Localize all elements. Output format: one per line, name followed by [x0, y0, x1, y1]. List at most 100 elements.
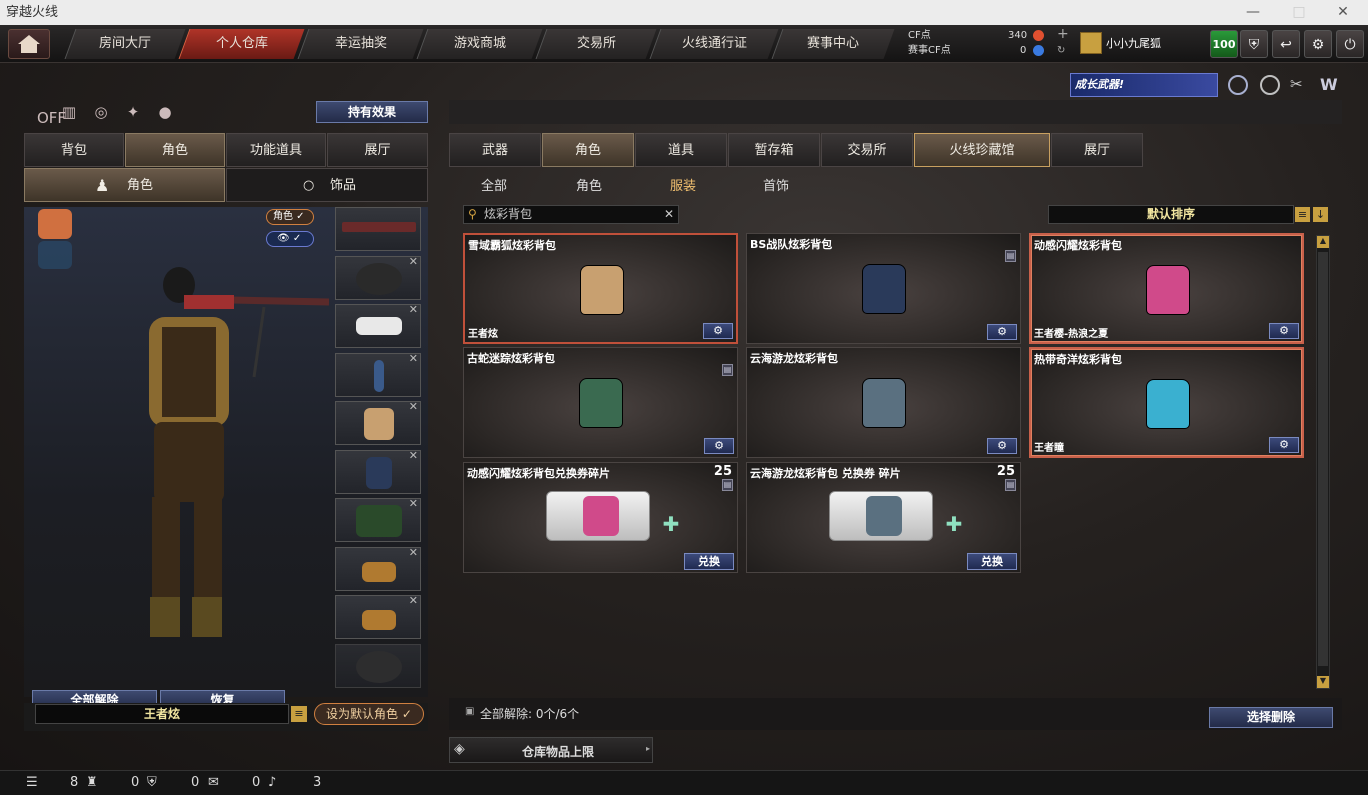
shield-button[interactable]: ⛨ — [1240, 30, 1268, 58]
nav-tab-warehouse[interactable]: 个人仓库 — [178, 29, 305, 59]
subtab-clothing[interactable]: 服装 — [670, 175, 696, 194]
globe-icon[interactable] — [1260, 75, 1280, 95]
voucher-card[interactable]: 云海游龙炫彩背包 兑换券 碎片 25 ▤ ✚ 兑换 — [746, 462, 1021, 573]
nav-tab-lucky-draw[interactable]: 幸运抽奖 — [297, 29, 424, 59]
tab-weapons[interactable]: 武器 — [449, 133, 541, 167]
visibility-toggle[interactable]: 👁 ✓ — [266, 231, 314, 247]
item-settings-button[interactable]: ⚙ — [987, 324, 1017, 340]
rank-icon[interactable] — [1228, 75, 1248, 95]
item-settings-button[interactable]: ⚙ — [704, 438, 734, 454]
speaker-icon[interactable]: ♪ — [268, 775, 276, 790]
power-button[interactable]: ⏻ — [1336, 30, 1364, 58]
subtab-all[interactable]: 全部 — [481, 175, 507, 194]
item-card[interactable]: 古蛇迷踪炫彩背包 ▤ ⚙ — [463, 347, 738, 458]
scroll-up-icon[interactable]: ▲ — [1317, 236, 1329, 248]
settings-button[interactable]: ⚙ — [1304, 30, 1332, 58]
tab-backpack[interactable]: 背包 — [24, 133, 124, 167]
slot-vest[interactable]: ✕ — [335, 449, 421, 494]
eagle-badge-icon[interactable] — [38, 209, 72, 239]
tab-character[interactable]: 角色 — [125, 133, 225, 167]
figure-icon[interactable]: ✦ — [122, 103, 144, 125]
tab-storage[interactable]: 暂存箱 — [728, 133, 820, 167]
slot-glove-left[interactable]: ✕ — [335, 546, 421, 591]
remove-icon[interactable]: ✕ — [409, 497, 418, 510]
slot-radio[interactable]: ✕ — [335, 352, 421, 397]
nav-tab-lobby[interactable]: 房间大厅 — [64, 29, 186, 59]
level-badge[interactable]: 100 — [1210, 30, 1238, 58]
item-settings-button[interactable]: ⚙ — [1269, 323, 1299, 339]
menu-list-icon[interactable]: ☰ — [26, 775, 38, 790]
tab-function-items[interactable]: 功能道具 — [226, 133, 326, 167]
off-toggle[interactable]: OFF — [26, 103, 66, 127]
item-settings-button[interactable]: ⚙ — [987, 438, 1017, 454]
slot-empty[interactable] — [335, 644, 421, 688]
remove-icon[interactable]: ✕ — [409, 400, 418, 413]
wrench-icon[interactable]: ✂ — [1290, 75, 1310, 95]
list-view-icon[interactable]: ≡ — [1295, 207, 1310, 222]
nav-tab-shop[interactable]: 游戏商城 — [416, 29, 543, 59]
subtab-roles[interactable]: 角色 — [576, 175, 602, 194]
nav-tab-exchange[interactable]: 交易所 — [535, 29, 657, 59]
tab-items[interactable]: 道具 — [635, 133, 727, 167]
tab-exhibit[interactable]: 展厅 — [1051, 133, 1143, 167]
bulk-delete-button[interactable]: 选择删除 — [1209, 707, 1333, 728]
sort-direction-icon[interactable]: ↓ — [1313, 207, 1328, 222]
nav-tab-events[interactable]: 赛事中心 — [771, 29, 895, 59]
close-window-button[interactable]: ✕ — [1320, 0, 1366, 25]
set-default-button[interactable]: 设为默认角色 ✓ — [314, 703, 424, 725]
item-settings-button[interactable]: ⚙ — [703, 323, 733, 339]
item-card[interactable]: 云海游龙炫彩背包 ⚙ — [746, 347, 1021, 458]
capacity-bar[interactable]: ◈ 仓库物品上限 ▸ — [449, 737, 653, 763]
search-input[interactable]: ⚲ 炫彩背包 ✕ — [463, 205, 679, 224]
friends-icon[interactable]: ♜ — [86, 775, 98, 790]
return-button[interactable]: ↩ — [1272, 30, 1300, 58]
minimize-button[interactable]: — — [1230, 0, 1276, 25]
remove-icon[interactable]: ✕ — [409, 352, 418, 365]
effect-button[interactable]: 持有效果 — [316, 101, 428, 123]
remove-icon[interactable]: ✕ — [409, 303, 418, 316]
add-cf-icon[interactable]: + — [1057, 27, 1069, 41]
w-logo-icon[interactable]: W — [1320, 75, 1342, 95]
trash-icon[interactable]: ▤ — [722, 364, 733, 376]
subtab-accessory[interactable]: ○ 饰品 — [226, 168, 428, 202]
trash-icon[interactable]: ▤ — [1005, 479, 1016, 491]
chat-icon[interactable]: ✉ — [208, 775, 219, 790]
slot-helmet[interactable]: ✕ — [335, 255, 421, 300]
slot-glove-right[interactable]: ✕ — [335, 594, 421, 639]
nav-tab-battle-pass[interactable]: 火线通行证 — [649, 29, 779, 59]
exchange-button[interactable]: 兑换 — [967, 553, 1017, 570]
subtab-jewelry[interactable]: 首饰 — [763, 175, 789, 194]
remove-icon[interactable]: ✕ — [409, 449, 418, 462]
trash-icon[interactable]: ▤ — [722, 479, 733, 491]
slot-backpack[interactable]: ✕ — [335, 400, 421, 445]
eagle-badge-alt-icon[interactable] — [38, 241, 72, 269]
item-card[interactable]: 热带奇洋炫彩背包 王者瞳 ⚙ — [1029, 347, 1304, 458]
tab-showroom[interactable]: 展厅 — [327, 133, 428, 167]
grenade-icon[interactable]: ● — [154, 103, 176, 125]
tab-trade[interactable]: 交易所 — [821, 133, 913, 167]
subtab-character[interactable]: ♟ 角色 — [24, 168, 225, 202]
refresh-icon[interactable]: ↻ — [1057, 44, 1065, 58]
character-name[interactable]: 王者炫 — [35, 704, 289, 724]
item-settings-button[interactable]: ⚙ — [1269, 437, 1299, 453]
slot-weapon[interactable] — [335, 207, 421, 251]
item-card[interactable]: 雪域霸狐炫彩背包 王者炫 ⚙ — [463, 233, 738, 344]
sort-dropdown[interactable]: 默认排序 — [1048, 205, 1294, 224]
trash-icon[interactable]: ▤ — [1005, 250, 1016, 262]
tab-roles[interactable]: 角色 — [542, 133, 634, 167]
clan-icon[interactable]: ⛨ — [147, 775, 157, 790]
voucher-card[interactable]: 动感闪耀炫彩背包兑换券碎片 25 ▤ ✚ 兑换 — [463, 462, 738, 573]
role-toggle[interactable]: 角色 ✓ — [266, 209, 314, 225]
scroll-down-icon[interactable]: ▼ — [1317, 676, 1329, 688]
exchange-button[interactable]: 兑换 — [684, 553, 734, 570]
item-card[interactable]: 动感闪耀炫彩背包 王者樱-热浪之夏 ⚙ — [1029, 233, 1304, 344]
chart-icon[interactable]: ▥ — [58, 103, 80, 125]
remove-icon[interactable]: ✕ — [409, 255, 418, 268]
item-card[interactable]: BS战队炫彩背包 ▤ ⚙ — [746, 233, 1021, 344]
tab-collection[interactable]: 火线珍藏馆 — [914, 133, 1050, 167]
slot-goggles[interactable]: ✕ — [335, 303, 421, 348]
growth-weapon-banner[interactable]: 成长武器! — [1070, 73, 1218, 97]
menu-icon[interactable]: ≡ — [291, 706, 307, 722]
item-scrollbar[interactable]: ▲ ▼ — [1316, 235, 1330, 689]
home-button[interactable] — [8, 29, 50, 59]
